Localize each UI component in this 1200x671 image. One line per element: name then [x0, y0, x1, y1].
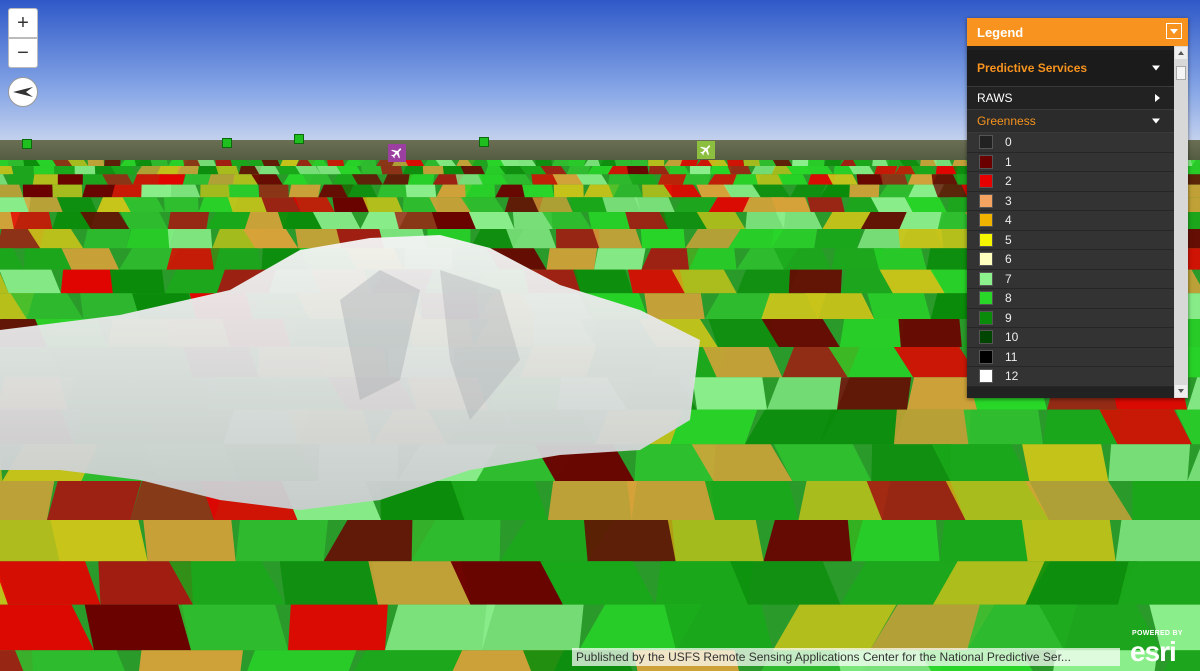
legend-item-greenness-4: 4 — [967, 211, 1174, 231]
raws-station-marker[interactable] — [294, 134, 304, 144]
layer-label: RAWS — [977, 91, 1013, 105]
legend-swatch — [979, 154, 993, 169]
zoom-in-button[interactable]: + — [8, 8, 38, 38]
compass-icon — [13, 87, 33, 97]
airport-marker[interactable] — [697, 141, 715, 159]
legend-item-label: 0 — [1005, 135, 1012, 150]
legend-swatch — [979, 252, 993, 267]
esri-logo[interactable]: POWERED BY esri — [1128, 630, 1194, 667]
legend-swatch — [979, 213, 993, 228]
legend-item-greenness-0: 0 — [967, 133, 1174, 153]
legend-layer-greenness[interactable]: Greenness — [967, 110, 1174, 133]
scroll-down-icon — [1178, 389, 1184, 393]
legend-item-greenness-9: 9 — [967, 308, 1174, 328]
compass-button[interactable] — [8, 77, 38, 107]
legend-collapse-button[interactable] — [1166, 23, 1182, 39]
scrollbar-thumb[interactable] — [1176, 66, 1186, 80]
caret-right-icon — [1155, 94, 1160, 102]
scroll-down-button[interactable] — [1175, 385, 1187, 397]
legend-item-label: 12 — [1005, 369, 1019, 384]
airport-marker[interactable] — [388, 144, 406, 162]
raws-station-marker[interactable] — [479, 137, 489, 147]
legend-item-greenness-12: 12 — [967, 367, 1174, 387]
legend-swatch — [979, 310, 993, 325]
legend-scrollbar[interactable] — [1174, 46, 1188, 398]
legend-item-label: 3 — [1005, 193, 1012, 208]
legend-item-label: 11 — [1005, 349, 1018, 364]
legend-item-greenness-8: 8 — [967, 289, 1174, 309]
legend-swatch — [979, 369, 993, 384]
legend-item-greenness-1: 1 — [967, 152, 1174, 172]
legend-item-greenness-6: 6 — [967, 250, 1174, 270]
legend-item-label: 8 — [1005, 291, 1012, 306]
raws-station-marker[interactable] — [22, 139, 32, 149]
raws-station-marker[interactable] — [222, 138, 232, 148]
legend-swatch — [979, 232, 993, 247]
legend-layer-raws[interactable]: RAWS — [967, 87, 1174, 110]
esri-wordmark: esri — [1130, 636, 1177, 667]
legend-item-greenness-10: 10 — [967, 328, 1174, 348]
legend-item-label: 6 — [1005, 252, 1012, 267]
legend-title: Legend — [977, 24, 1024, 40]
legend-swatch — [979, 271, 993, 286]
section-label: Predictive Services — [977, 61, 1088, 75]
legend-item-label: 4 — [1005, 213, 1012, 228]
airplane-icon — [700, 145, 711, 156]
legend-body: Predictive Services RAWS Greenness 01234… — [967, 46, 1174, 398]
legend-swatch — [979, 174, 993, 189]
legend-header[interactable]: Legend — [967, 18, 1188, 46]
legend-item-greenness-2: 2 — [967, 172, 1174, 192]
legend-item-label: 10 — [1005, 330, 1019, 345]
zoom-out-button[interactable]: − — [8, 38, 38, 68]
scroll-up-icon — [1178, 51, 1184, 55]
legend-swatch — [979, 291, 993, 306]
legend-item-greenness-3: 3 — [967, 191, 1174, 211]
legend-item-greenness-5: 5 — [967, 230, 1174, 250]
legend-swatch — [979, 193, 993, 208]
plus-icon: + — [17, 11, 29, 34]
caret-down-icon — [1170, 28, 1178, 34]
layer-label: Greenness — [977, 114, 1036, 128]
legend-item-label: 5 — [1005, 232, 1012, 247]
legend-swatch — [979, 330, 993, 345]
scroll-up-button[interactable] — [1175, 47, 1187, 59]
legend-item-list: 0 1 2 3 4 5 6 7 8 9 10 11 12 — [967, 133, 1174, 387]
legend-item-greenness-11: 11 — [967, 347, 1174, 367]
legend-item-label: 9 — [1005, 310, 1012, 325]
legend-item-label: 7 — [1005, 271, 1012, 286]
legend-panel: Legend Predictive Services RAWS Greennes… — [967, 18, 1188, 398]
legend-swatch — [979, 349, 993, 364]
airplane-icon — [391, 148, 402, 159]
legend-item-label: 2 — [1005, 174, 1012, 189]
legend-item-label: 1 — [1005, 154, 1012, 169]
caret-down-icon — [1152, 118, 1160, 124]
legend-swatch — [979, 135, 993, 150]
minus-icon: − — [17, 41, 29, 64]
legend-section-predictive-services[interactable]: Predictive Services — [967, 50, 1174, 87]
map-attribution: Published by the USFS Remote Sensing App… — [572, 648, 1120, 666]
caret-down-icon — [1152, 65, 1160, 71]
legend-item-greenness-7: 7 — [967, 269, 1174, 289]
